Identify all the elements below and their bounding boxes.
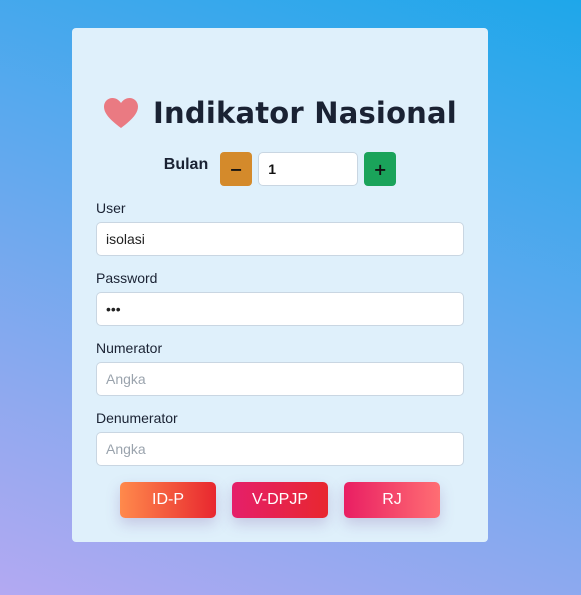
form-card: Indikator Nasional Bulan − + User Passwo… bbox=[72, 28, 488, 542]
password-field-group: Password bbox=[96, 269, 464, 326]
denumerator-field-group: Denumerator bbox=[96, 409, 464, 466]
v-dpjp-button[interactable]: V-DPJP bbox=[232, 482, 328, 518]
user-label: User bbox=[96, 200, 126, 216]
user-field-group: User bbox=[96, 199, 464, 256]
action-buttons: ID-P V-DPJP RJ bbox=[72, 482, 488, 518]
heart-icon bbox=[104, 98, 139, 128]
bulan-input[interactable] bbox=[258, 152, 359, 186]
denumerator-input[interactable] bbox=[96, 432, 464, 466]
denumerator-label: Denumerator bbox=[96, 410, 178, 426]
numerator-label: Numerator bbox=[96, 340, 163, 356]
page-title: Indikator Nasional bbox=[153, 96, 457, 130]
bulan-label: Bulan bbox=[163, 156, 209, 173]
password-input[interactable] bbox=[96, 292, 464, 326]
user-input[interactable] bbox=[96, 222, 464, 256]
decrement-button[interactable]: − bbox=[220, 152, 253, 186]
id-p-button[interactable]: ID-P bbox=[120, 482, 216, 518]
increment-button[interactable]: + bbox=[364, 152, 397, 186]
bulan-stepper: Bulan − + bbox=[72, 152, 488, 186]
header: Indikator Nasional bbox=[72, 90, 488, 136]
numerator-field-group: Numerator bbox=[96, 339, 464, 396]
numerator-input[interactable] bbox=[96, 362, 464, 396]
rj-button[interactable]: RJ bbox=[344, 482, 440, 518]
password-label: Password bbox=[96, 270, 158, 286]
